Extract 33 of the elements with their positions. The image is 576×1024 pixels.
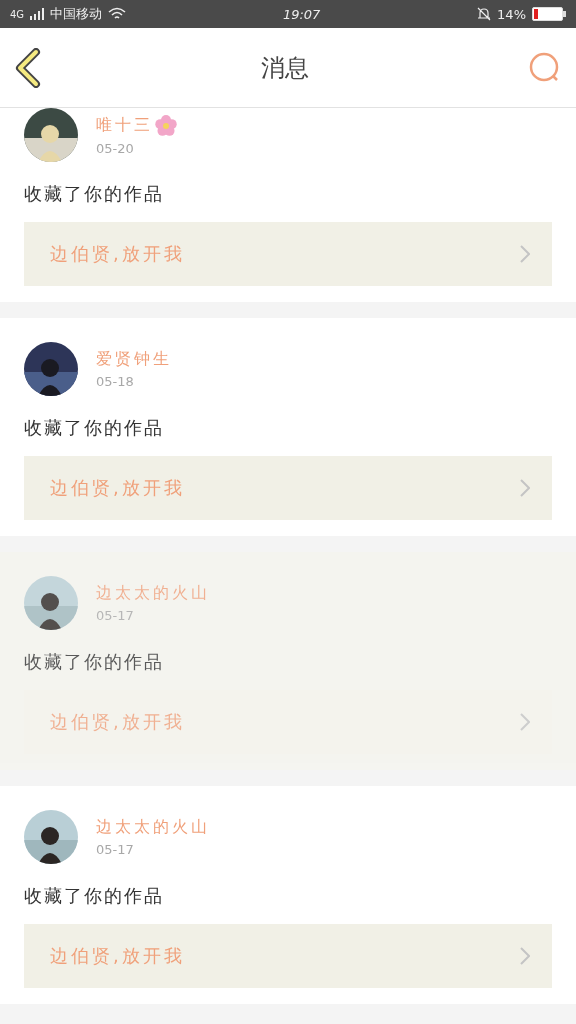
message-card[interactable]: 爱贤钟生 05-18 收藏了你的作品 边伯贤,放开我 bbox=[0, 318, 576, 536]
user-name[interactable]: 边太太的火山 bbox=[96, 817, 210, 838]
message-date: 05-18 bbox=[96, 374, 135, 389]
chevron-right-icon bbox=[520, 245, 530, 263]
message-text: 收藏了你的作品 bbox=[24, 650, 165, 674]
user-name[interactable]: 唯十三 bbox=[96, 115, 153, 136]
muted-bell-icon bbox=[477, 7, 492, 21]
chevron-right-icon bbox=[520, 713, 530, 731]
signal-icon bbox=[30, 8, 45, 20]
battery-icon bbox=[532, 7, 566, 21]
clock: 19:07 bbox=[281, 6, 322, 22]
message-text: 收藏了你的作品 bbox=[24, 182, 165, 206]
chevron-right-icon bbox=[520, 479, 530, 497]
work-link[interactable]: 边伯贤,放开我 bbox=[24, 924, 552, 988]
message-text: 收藏了你的作品 bbox=[24, 416, 165, 440]
message-card[interactable]: 唯十三 05-20 收藏了你的作品 边伯贤,放开我 bbox=[0, 108, 576, 302]
user-name[interactable]: 爱贤钟生 bbox=[96, 349, 172, 370]
battery-percent: 14% bbox=[497, 6, 526, 22]
wifi-icon bbox=[108, 7, 127, 21]
message-date: 05-17 bbox=[96, 842, 135, 857]
message-text: 收藏了你的作品 bbox=[24, 884, 165, 908]
network-type: 4G bbox=[10, 8, 25, 20]
message-date: 05-17 bbox=[96, 608, 135, 623]
chevron-right-icon bbox=[520, 947, 530, 965]
user-name[interactable]: 边太太的火山 bbox=[96, 583, 210, 604]
page-title: 消息 bbox=[260, 52, 310, 84]
work-link[interactable]: 边伯贤,放开我 bbox=[24, 456, 552, 520]
work-link[interactable]: 边伯贤,放开我 bbox=[24, 222, 552, 286]
message-card[interactable]: 边太太的火山 05-17 收藏了你的作品 边伯贤,放开我 bbox=[0, 786, 576, 1004]
back-button[interactable] bbox=[14, 47, 42, 88]
message-date: 05-20 bbox=[96, 140, 135, 156]
message-card[interactable]: 边太太的火山 05-17 收藏了你的作品 边伯贤,放开我 bbox=[0, 552, 576, 770]
carrier-name: 中国移动 bbox=[50, 5, 103, 23]
